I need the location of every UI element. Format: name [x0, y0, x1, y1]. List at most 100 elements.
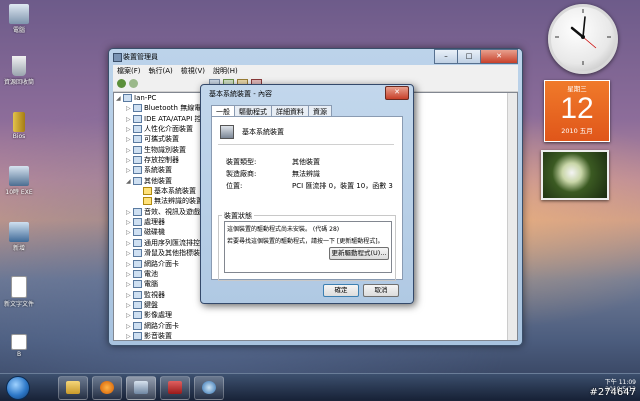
media-player-icon: [100, 381, 114, 394]
calendar-month: 2010 五月: [561, 127, 593, 135]
desktop-icon-new[interactable]: 新增: [2, 222, 36, 252]
device-category-icon: [133, 290, 142, 299]
device-category-icon: [133, 280, 142, 289]
device-category-icon: [133, 300, 142, 309]
device-category-icon: [133, 249, 142, 258]
expand-arrow-icon[interactable]: ▷: [126, 311, 133, 321]
clock-face-icon: [555, 9, 611, 65]
archive-icon: [13, 112, 25, 132]
desktop-icon-b[interactable]: B: [2, 334, 36, 358]
update-driver-button[interactable]: 更新驅動程式(U)...: [329, 247, 389, 260]
tree-item-label: 網路介面卡: [144, 321, 179, 330]
collapse-arrow-icon[interactable]: ◢: [126, 177, 133, 187]
tree-item[interactable]: ▷ 影音裝置: [114, 331, 517, 340]
taskbar: 下午 11:09 2010/5/12: [0, 373, 640, 401]
tree-item[interactable]: ▷ 網路介面卡: [114, 321, 517, 331]
device-type-label: 裝置類型:: [226, 158, 257, 166]
device-status-label: 裝置狀態: [222, 211, 254, 221]
taskbar-explorer[interactable]: [58, 376, 88, 400]
desktop-icon-recycle-bin[interactable]: 資源回收筒: [2, 56, 36, 86]
device-category-icon: [133, 331, 142, 340]
tree-item-label: 監視器: [144, 290, 165, 299]
tree-item-label: Ian-PC: [134, 94, 157, 102]
device-category-icon: [143, 197, 152, 206]
start-button[interactable]: [6, 376, 30, 400]
device-category-icon: [133, 238, 142, 247]
desktop-icon-bios[interactable]: Bios: [2, 112, 36, 140]
minimize-button[interactable]: –: [434, 49, 458, 64]
close-button[interactable]: ✕: [480, 49, 518, 64]
desktop-icon-text-document[interactable]: 新文字文件: [2, 276, 36, 308]
device-category-icon: [133, 114, 142, 123]
taskbar-device-manager[interactable]: [126, 376, 156, 400]
expand-arrow-icon[interactable]: ▷: [126, 135, 133, 145]
expand-arrow-icon[interactable]: ▷: [126, 166, 133, 176]
clock-time[interactable]: 下午 11:09: [605, 377, 636, 386]
device-category-icon: [133, 321, 142, 330]
desktop-icon-computer[interactable]: 電腦: [2, 4, 36, 34]
expand-arrow-icon[interactable]: ▷: [126, 332, 133, 340]
device-category-icon: [133, 311, 142, 320]
text-document-icon: [11, 276, 27, 298]
menu-help[interactable]: 說明(H): [209, 65, 242, 77]
expand-arrow-icon[interactable]: ▷: [126, 249, 133, 259]
clock-gadget[interactable]: [548, 4, 618, 74]
maximize-button[interactable]: □: [457, 49, 481, 64]
dialog-close-button[interactable]: ✕: [385, 86, 409, 100]
device-category-icon: [133, 135, 142, 144]
tree-item-label: 其他裝置: [144, 176, 172, 185]
expand-arrow-icon[interactable]: ▷: [126, 280, 133, 290]
tree-item-label: 電池: [144, 269, 158, 278]
menu-action[interactable]: 執行(A): [145, 65, 177, 77]
taskbar-browser[interactable]: [194, 376, 224, 400]
tree-item-label: 無法辨識的裝置: [154, 197, 203, 206]
desktop-icon-label: 資源回收筒: [3, 79, 34, 86]
device-properties-dialog[interactable]: 基本系統裝置 - 內容 ✕ 一般 驅動程式 詳細資料 資源 基本系統裝置 裝置類…: [200, 84, 414, 304]
recycle-bin-icon: [12, 56, 26, 76]
tree-item-label: 鍵盤: [144, 300, 158, 309]
tree-item-label: 電腦: [144, 280, 158, 289]
tree-item-label: 磁碟機: [144, 228, 165, 237]
status-line-2: 若要尋找這個裝置的驅動程式，請按一下 [更新驅動程式]。: [227, 238, 384, 245]
device-category-icon: [133, 176, 142, 185]
tree-scrollbar[interactable]: [507, 93, 517, 340]
menu-view[interactable]: 檢視(V): [177, 65, 209, 77]
back-icon[interactable]: [117, 79, 126, 88]
manufacturer-label: 製造廠商:: [226, 170, 257, 178]
tree-item-label: Bluetooth 無線電: [144, 104, 202, 113]
collapse-arrow-icon[interactable]: ◢: [116, 94, 123, 104]
taskbar-media-player[interactable]: [92, 376, 122, 400]
expand-arrow-icon[interactable]: ▷: [126, 104, 133, 114]
device-name: 基本系統裝置: [242, 128, 284, 136]
calendar-gadget[interactable]: 星期三 12 2010 五月: [544, 80, 610, 142]
taskbar-app[interactable]: [160, 376, 190, 400]
device-icon: [220, 125, 234, 139]
forward-icon[interactable]: [129, 79, 138, 88]
device-category-icon: [133, 269, 142, 278]
window-title: 裝置管理員: [123, 53, 158, 61]
menu-file[interactable]: 檔案(F): [113, 65, 145, 77]
tree-item-label: 滑鼠及其他指標裝置: [144, 249, 207, 258]
cancel-button[interactable]: 取消: [363, 284, 399, 297]
desktop-icon-label: 電腦: [12, 27, 25, 34]
expand-arrow-icon[interactable]: ▷: [126, 228, 133, 238]
device-manager-icon: [113, 53, 122, 62]
computer-icon: [9, 4, 29, 24]
ok-button[interactable]: 確定: [323, 284, 359, 297]
desktop-icon-exe[interactable]: 10時 EXE: [2, 166, 36, 196]
desktop-icon-label: 10時 EXE: [5, 189, 33, 196]
device-category-icon: [133, 125, 142, 134]
folder-icon: [66, 381, 80, 394]
status-line-1: 這個裝置的驅動程式尚未安裝。 (代碼 28): [227, 226, 340, 233]
device-category-icon: [133, 259, 142, 268]
browser-icon: [202, 381, 216, 394]
tree-item-label: 網路介面卡: [144, 259, 179, 268]
tree-item-label: 可攜式裝置: [144, 135, 179, 144]
desktop-icon-label: 新文字文件: [3, 301, 34, 308]
tree-item-label: 處理器: [144, 218, 165, 227]
slideshow-gadget[interactable]: [541, 150, 609, 200]
location-value: PCI 匯流排 0，裝置 10，函數 3: [292, 182, 393, 190]
file-icon: [11, 334, 27, 350]
tree-item-label: 人性化介面裝置: [144, 125, 193, 134]
tree-item[interactable]: ▷ 影像處理: [114, 310, 517, 320]
